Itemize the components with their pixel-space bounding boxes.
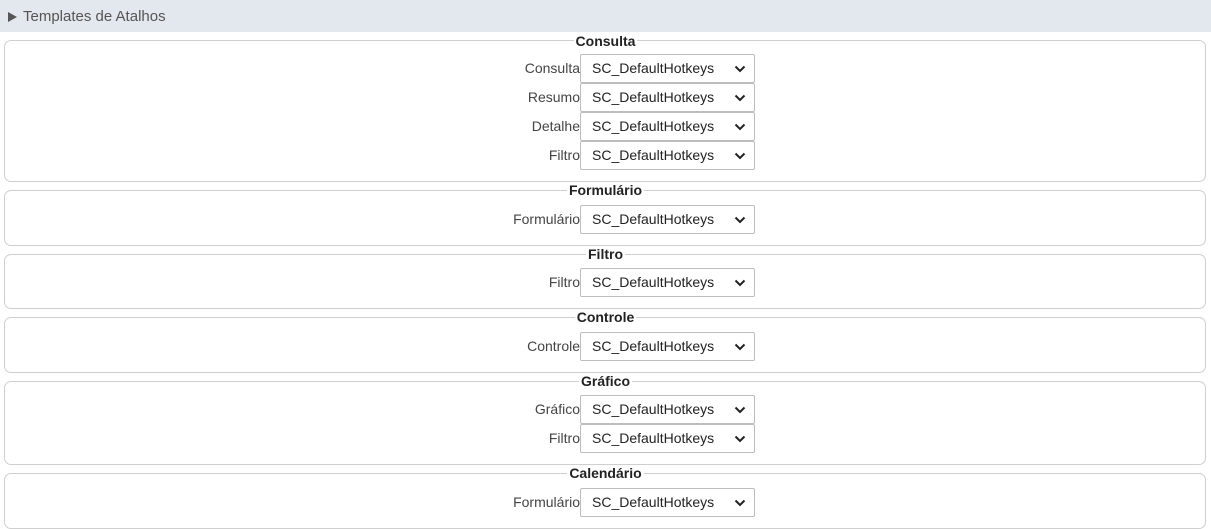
select-value: SC_DefaultHotkeys xyxy=(592,60,715,76)
field-label: Formulário xyxy=(513,211,580,227)
template-select[interactable]: SC_DefaultHotkeys xyxy=(580,395,755,424)
select-value: SC_DefaultHotkeys xyxy=(592,118,715,134)
chevron-down-icon xyxy=(734,435,746,443)
template-select[interactable]: SC_DefaultHotkeys xyxy=(580,205,755,234)
field-row: Gráfico SC_DefaultHotkeys xyxy=(0,395,1211,424)
template-select[interactable]: SC_DefaultHotkeys xyxy=(580,268,755,297)
field-label: Gráfico xyxy=(534,401,580,417)
chevron-down-icon xyxy=(734,123,746,131)
group-title: Formulário xyxy=(0,182,1211,198)
field-label: Consulta xyxy=(524,60,580,76)
group-title: Consulta xyxy=(0,33,1211,49)
group-title-text: Calendário xyxy=(567,465,644,481)
select-value: SC_DefaultHotkeys xyxy=(592,430,715,446)
field-row: Formulário SC_DefaultHotkeys xyxy=(0,488,1211,517)
field-row: Filtro SC_DefaultHotkeys xyxy=(0,424,1211,453)
field-label: Formulário xyxy=(513,494,580,510)
template-select[interactable]: SC_DefaultHotkeys xyxy=(580,332,755,361)
chevron-down-icon xyxy=(734,406,746,414)
field-label: Detalhe xyxy=(531,118,580,134)
chevron-down-icon xyxy=(734,279,746,287)
group-title-text: Formulário xyxy=(566,182,645,198)
field-label: Filtro xyxy=(548,430,580,446)
chevron-down-icon xyxy=(734,65,746,73)
section-title: Templates de Atalhos xyxy=(23,7,166,25)
template-select[interactable]: SC_DefaultHotkeys xyxy=(580,488,755,517)
field-row: Filtro SC_DefaultHotkeys xyxy=(0,141,1211,170)
group-title: Gráfico xyxy=(0,373,1211,389)
chevron-down-icon xyxy=(734,343,746,351)
template-select[interactable]: SC_DefaultHotkeys xyxy=(580,83,755,112)
select-value: SC_DefaultHotkeys xyxy=(592,211,715,227)
templates-de-atalhos-toggle[interactable]: Templates de Atalhos xyxy=(0,0,1211,32)
field-row: Consulta SC_DefaultHotkeys xyxy=(0,54,1211,83)
template-select[interactable]: SC_DefaultHotkeys xyxy=(580,112,755,141)
expand-triangle-icon xyxy=(8,11,17,22)
chevron-down-icon xyxy=(734,152,746,160)
field-row: Resumo SC_DefaultHotkeys xyxy=(0,83,1211,112)
field-label: Controle xyxy=(527,338,580,354)
group-title: Filtro xyxy=(0,246,1211,262)
template-select[interactable]: SC_DefaultHotkeys xyxy=(580,424,755,453)
template-select[interactable]: SC_DefaultHotkeys xyxy=(580,141,755,170)
field-label: Filtro xyxy=(548,274,580,290)
template-select[interactable]: SC_DefaultHotkeys xyxy=(580,54,755,83)
group-title-text: Filtro xyxy=(586,246,625,262)
select-value: SC_DefaultHotkeys xyxy=(592,147,715,163)
group-title: Calendário xyxy=(0,465,1211,481)
field-row: Detalhe SC_DefaultHotkeys xyxy=(0,112,1211,141)
chevron-down-icon xyxy=(734,94,746,102)
chevron-down-icon xyxy=(734,216,746,224)
field-label: Resumo xyxy=(527,89,580,105)
group-title-text: Consulta xyxy=(573,33,638,49)
group-title-text: Controle xyxy=(574,309,637,325)
field-row: Controle SC_DefaultHotkeys xyxy=(0,332,1211,361)
chevron-down-icon xyxy=(734,499,746,507)
select-value: SC_DefaultHotkeys xyxy=(592,494,715,510)
select-value: SC_DefaultHotkeys xyxy=(592,401,715,417)
field-label: Filtro xyxy=(548,147,580,163)
group-title: Controle xyxy=(0,309,1211,325)
select-value: SC_DefaultHotkeys xyxy=(592,338,715,354)
select-value: SC_DefaultHotkeys xyxy=(592,274,715,290)
group-title-text: Gráfico xyxy=(578,373,632,389)
field-row: Filtro SC_DefaultHotkeys xyxy=(0,268,1211,297)
field-row: Formulário SC_DefaultHotkeys xyxy=(0,205,1211,234)
select-value: SC_DefaultHotkeys xyxy=(592,89,715,105)
